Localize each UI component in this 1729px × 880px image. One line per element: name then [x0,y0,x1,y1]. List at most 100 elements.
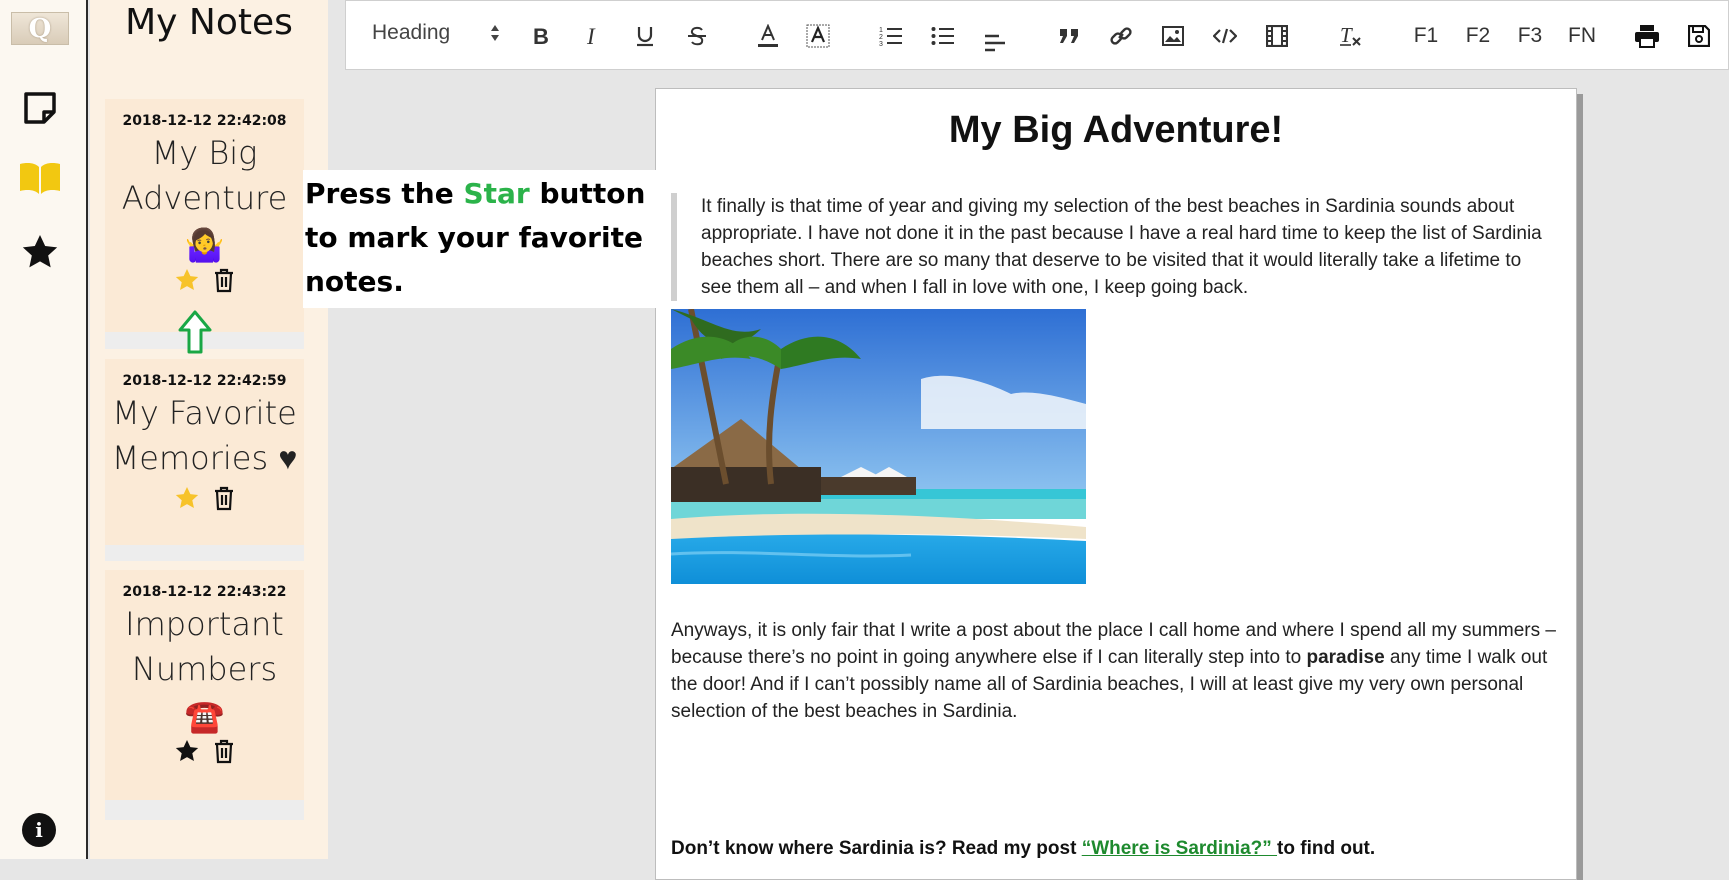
text-color-icon [758,24,778,47]
image-icon [1162,26,1184,46]
print-button[interactable] [1630,19,1664,53]
document-title: My Big Adventure! [948,109,1284,151]
note-emoji: ☎️ [184,698,225,734]
logo-letter: Q [28,13,52,44]
note-actions [105,485,304,511]
highlight-icon [806,24,830,48]
sardinia-post-link[interactable]: “Where is Sardinia?” [1082,838,1277,859]
clear-format-icon: T [1340,24,1361,47]
code-button[interactable] [1208,19,1242,53]
document-blockquote: It finally is that time of year and givi… [671,193,1551,301]
note-card-wrapper: 2018-12-12 22:42:59 My Favorite Memories… [105,359,304,561]
bold-icon: B [533,26,549,46]
callout-highlight: Star [463,177,530,210]
note-date: 2018-12-12 22:42:08 [122,113,287,129]
floppy-disk-icon [1688,25,1710,47]
icon-rail: Q i [0,0,88,859]
code-icon [1213,28,1237,44]
paragraph-text: Don’t know where Sardinia is? Read my po… [671,838,1082,859]
delete-note-button[interactable] [212,267,236,293]
star-icon [22,235,58,268]
rail-notebooks-button[interactable] [18,156,62,200]
document-paragraph: Don’t know where Sardinia is? Read my po… [671,835,1561,862]
note-emoji: 🤷‍♀️ [184,227,225,263]
paragraph-bold-text: paradise [1306,647,1385,668]
link-icon [1110,27,1132,45]
font-button-f1[interactable]: F1 [1406,19,1446,53]
clear-format-button[interactable]: T [1334,19,1368,53]
delete-note-button[interactable] [212,738,236,764]
strikethrough-button[interactable] [680,19,714,53]
note-date: 2018-12-12 22:42:59 [122,373,287,389]
app-logo[interactable]: Q [11,12,69,45]
select-arrows-icon [491,25,500,41]
note-card-wrapper: 2018-12-12 22:43:22 Important Numbers ☎️ [105,570,304,820]
blockquote-button[interactable] [1052,19,1086,53]
note-actions [105,267,304,293]
note-actions [105,738,304,764]
video-button[interactable] [1260,19,1294,53]
svg-text:1: 1 [879,27,883,34]
favorite-star-button[interactable] [174,485,200,511]
align-left-icon [985,34,1005,52]
font-button-f3[interactable]: F3 [1510,19,1550,53]
tutorial-callout: Press the Star button to mark your favor… [303,170,665,308]
printer-icon [1635,25,1659,48]
heading-select-value: Heading [372,21,451,44]
ordered-list-button[interactable]: 123 [874,19,908,53]
image-button[interactable] [1156,19,1190,53]
beach-photo [671,309,1086,584]
info-button[interactable]: i [22,813,56,847]
favorite-star-button[interactable] [174,267,200,293]
note-date: 2018-12-12 22:43:22 [122,584,287,600]
underline-icon [637,27,653,47]
open-book-icon [20,163,60,194]
font-button-f2[interactable]: F2 [1458,19,1498,53]
info-icon: i [35,818,43,842]
italic-icon: I [586,26,596,46]
favorite-star-button[interactable] [174,738,200,764]
rail-favorites-button[interactable] [18,230,62,274]
star-icon [175,739,198,761]
highlight-button[interactable] [801,19,835,53]
bullet-list-button[interactable] [926,19,960,53]
callout-text: Press the [305,177,464,210]
notes-panel-title: My Notes [125,2,293,43]
star-filled-icon [175,268,198,290]
strikethrough-icon [688,26,706,46]
heading-select[interactable]: Heading [372,21,500,45]
film-icon [1266,25,1288,47]
svg-text:3: 3 [879,41,883,47]
svg-text:I: I [586,26,596,46]
bold-button[interactable]: B [524,19,558,53]
notes-panel: My Notes 2018-12-12 22:42:08 My Big Adve… [90,0,328,859]
document-page[interactable]: My Big Adventure! It finally is that tim… [655,88,1577,880]
save-button[interactable] [1682,19,1716,53]
trash-icon [214,739,233,764]
svg-text:B: B [533,26,549,46]
svg-text:T: T [1340,24,1353,47]
document-paragraph: Anyways, it is only fair that I write a … [671,617,1561,725]
delete-note-button[interactable] [212,485,236,511]
bullet-list-icon [931,27,954,45]
editor-toolbar: Heading B I 123 T F1 F2 F3 FN [345,0,1729,70]
note-card[interactable]: 2018-12-12 22:42:08 My Big Adventure 🤷‍♀… [105,99,304,332]
trash-icon [214,486,233,511]
italic-button[interactable]: I [576,19,610,53]
note-card[interactable]: 2018-12-12 22:43:22 Important Numbers ☎️ [105,570,304,800]
font-button-fn[interactable]: FN [1560,19,1604,53]
note-title: My Big Adventure [121,134,288,217]
note-card[interactable]: 2018-12-12 22:42:59 My Favorite Memories… [105,359,304,545]
svg-text:2: 2 [879,34,883,41]
paragraph-text: to find out. [1277,838,1376,859]
rail-notes-button[interactable] [18,86,62,130]
quote-icon [1060,29,1078,43]
align-button[interactable] [978,23,1012,57]
underline-button[interactable] [628,19,662,53]
text-color-button[interactable] [751,19,785,53]
trash-icon [214,268,233,293]
link-button[interactable] [1104,19,1138,53]
sticky-note-icon [24,92,56,124]
arrow-up-icon [178,310,212,354]
note-title: Important Numbers [125,605,284,688]
